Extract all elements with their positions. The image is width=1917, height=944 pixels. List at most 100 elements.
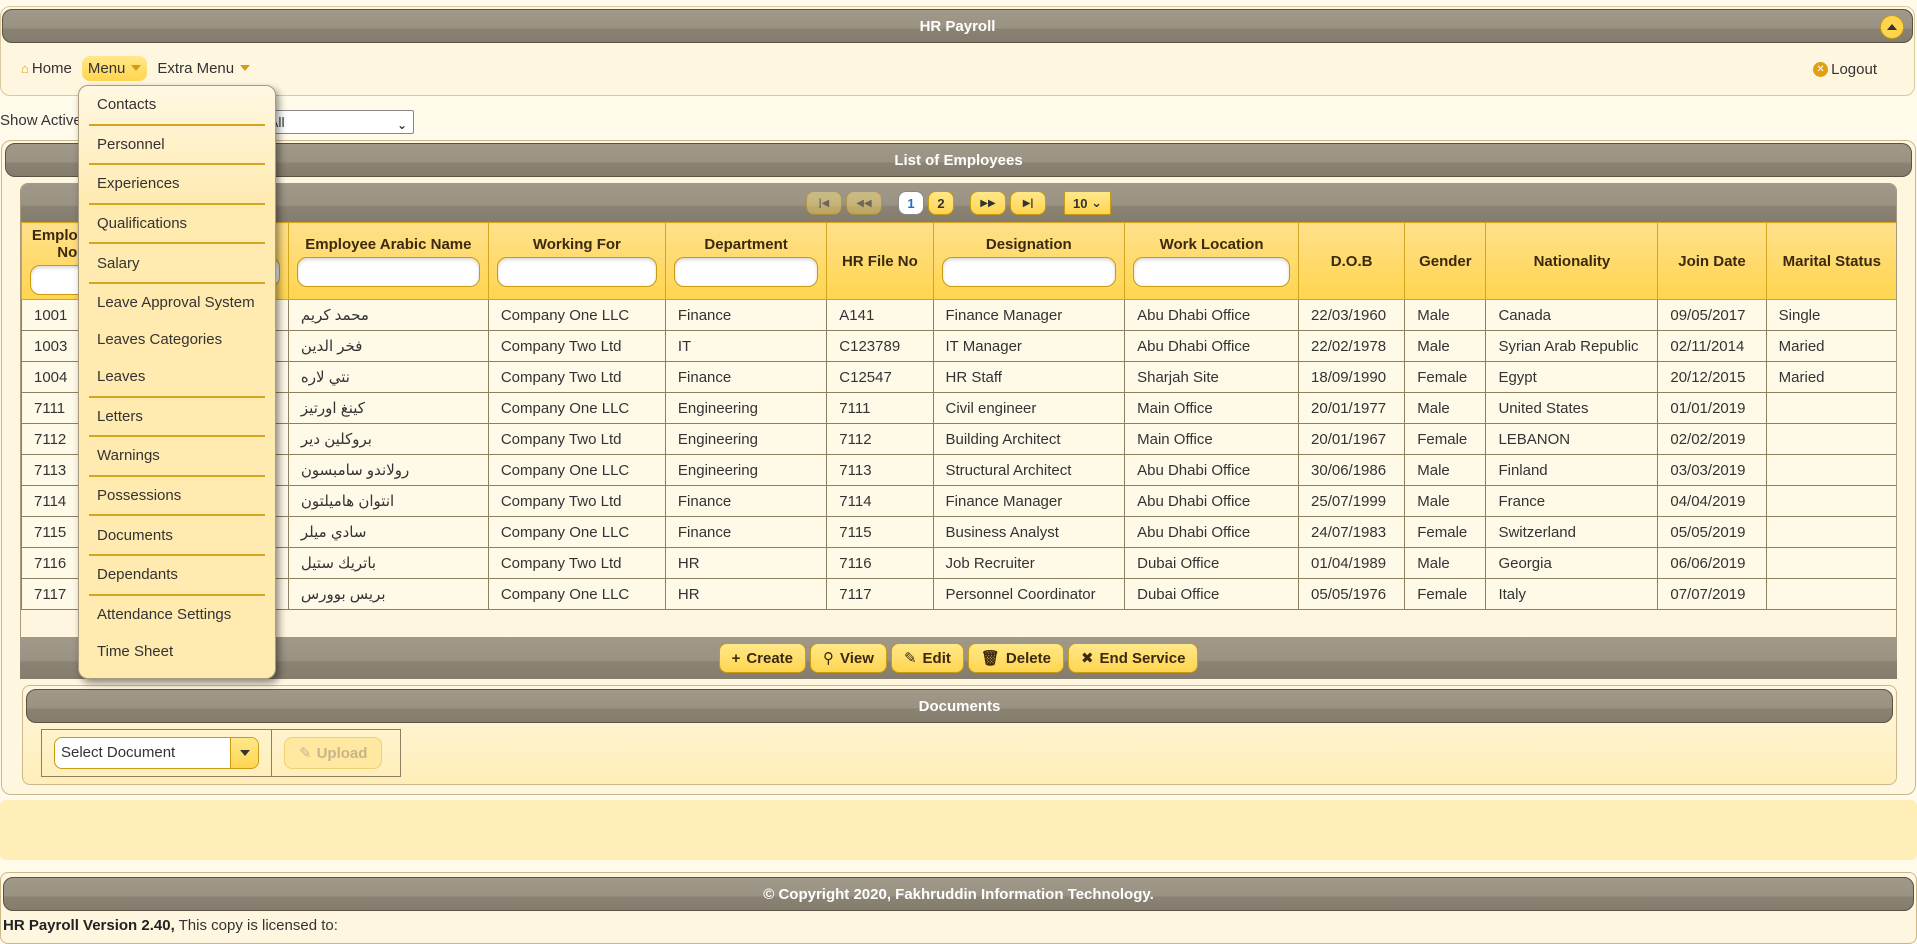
select-document-dropdown[interactable]: Select Document xyxy=(54,737,259,769)
cell-join-date: 06/06/2019 xyxy=(1657,547,1767,579)
table-row[interactable]: 7115 سادي ميلر Company One LLC Finance 7115 B… xyxy=(21,516,1896,548)
delete-label: Delete xyxy=(1005,649,1051,667)
column-header-designation[interactable]: Designation xyxy=(932,222,1126,300)
view-button[interactable]: ⚲ View xyxy=(810,643,887,673)
table-row[interactable]: 7112Brooklyn Dyerبروكلين ديرCompany Two … xyxy=(21,423,1896,455)
table-row[interactable]: 7114Antwan Hamiltonانتوان هاميلتونCompan… xyxy=(21,485,1896,517)
cell-working-for: Company One LLC xyxy=(487,578,666,610)
menu-item-personnel[interactable]: Personnel xyxy=(89,126,265,166)
cell-designation: IT Manager xyxy=(932,330,1126,362)
next-page-button[interactable]: ▶▶ xyxy=(970,191,1006,215)
show-active-select[interactable]: All ⌄ xyxy=(262,110,414,134)
cell-employee-arabic-name: بريس بوورس xyxy=(287,578,489,610)
collapse-button[interactable] xyxy=(1880,15,1904,39)
cell-department: Engineering xyxy=(664,392,828,424)
chevron-up-icon xyxy=(1887,24,1897,30)
documents-toolbar: Select Document ✎ Upload xyxy=(41,729,401,777)
column-header-department[interactable]: Department xyxy=(664,222,828,300)
menu-item-salary[interactable]: Salary xyxy=(89,244,265,284)
cell-marital-status xyxy=(1765,516,1896,548)
arabic-name-text: محمد كريم xyxy=(300,307,369,324)
cell-join-date: 02/11/2014 xyxy=(1657,330,1767,362)
page-1-button[interactable]: 1 xyxy=(898,191,924,215)
create-button[interactable]: + Create xyxy=(718,643,807,673)
table-row[interactable]: 7117 بريس بوورس Company One LLC HR 7117 Perso… xyxy=(21,578,1896,610)
first-page-button[interactable]: |◀ xyxy=(806,191,842,215)
table-row[interactable]: 7116 باتريك ستيل Company Two Ltd HR 7116 Job … xyxy=(21,547,1896,579)
cell-working-for: Company Two Ltd xyxy=(487,361,666,393)
menu-item-qualifications[interactable]: Qualifications xyxy=(89,205,265,245)
menu-item-documents[interactable]: Documents xyxy=(89,516,265,556)
cell-designation: Personnel Coordinator xyxy=(932,578,1126,610)
table-row[interactable]: 7111 كينغ اورتيز Company One LLC Engineerin… xyxy=(21,392,1896,424)
column-header-d-o-b[interactable]: D.O.B xyxy=(1298,222,1406,300)
menu-item-possessions[interactable]: Possessions xyxy=(89,477,265,517)
table-row[interactable]: 1001Mohammad Kareemمحمد كريمCompany One … xyxy=(21,299,1896,331)
cell-nationality: Switzerland xyxy=(1485,516,1659,548)
menu-item-experiences[interactable]: Experiences xyxy=(89,165,265,205)
column-filter-input[interactable] xyxy=(1133,256,1291,287)
employees-grid: |◀ ◀◀ 1 2 ▶▶ ▶| 10 ⌄ Employee No Employee… xyxy=(20,183,1897,679)
column-label: Gender xyxy=(1419,252,1472,270)
column-header-marital-status[interactable]: Marital Status xyxy=(1765,222,1896,300)
end-service-button[interactable]: ✖ End Service xyxy=(1067,643,1199,673)
dropdown-arrow[interactable] xyxy=(230,738,258,768)
menu-item-dependants[interactable]: Dependants xyxy=(89,556,265,596)
column-filter-input[interactable] xyxy=(673,256,819,287)
column-header-employee-arabic-name[interactable]: Employee Arabic Name xyxy=(287,222,489,300)
show-active-filter: Show Active xyxy=(0,112,82,129)
nav-home[interactable]: ⌂ Home xyxy=(15,56,78,81)
delete-button[interactable]: 🗑 Delete xyxy=(967,643,1064,673)
column-label: D.O.B xyxy=(1330,252,1373,270)
column-header-join-date[interactable]: Join Date xyxy=(1657,222,1767,300)
cell-join-date: 07/07/2019 xyxy=(1657,578,1767,610)
menu-item-warnings[interactable]: Warnings xyxy=(89,437,265,477)
column-header-hr-file-no[interactable]: HR File No xyxy=(826,222,934,300)
cell-nationality: Syrian Arab Republic xyxy=(1485,330,1659,362)
pencil-icon: ✎ xyxy=(903,650,917,667)
table-row[interactable]: 1003Fakhruddin Khaddamفخر الدينCompany T… xyxy=(21,330,1896,362)
menu-item-leave-approval-system[interactable]: Leave Approval System xyxy=(89,284,265,321)
end-service-label: End Service xyxy=(1099,649,1186,667)
column-header-work-location[interactable]: Work Location xyxy=(1124,222,1300,300)
employees-title-bar: List of Employees xyxy=(5,143,1912,177)
chevron-down-icon xyxy=(240,65,251,71)
cell-hr-file-no: 7115 xyxy=(826,516,934,548)
column-label: Working For xyxy=(532,235,621,253)
cell-employee-arabic-name: محمد كريم xyxy=(287,299,489,331)
cell-nationality: Egypt xyxy=(1485,361,1659,393)
menu-item-attendance-settings[interactable]: Attendance Settings xyxy=(89,596,265,633)
logout-link[interactable]: ✕ Logout xyxy=(1813,61,1877,78)
upload-button[interactable]: ✎ Upload xyxy=(284,737,383,769)
column-header-gender[interactable]: Gender xyxy=(1404,222,1487,300)
table-row[interactable]: 1004 نتي لاره Company Two Ltd Finance C12547… xyxy=(21,361,1896,393)
cell-gender: Female xyxy=(1404,578,1487,610)
table-row[interactable]: 7113Rolando Sampsonرولاندو سامبسونCompan… xyxy=(21,454,1896,486)
column-header-working-for[interactable]: Working For xyxy=(487,222,666,300)
page-size-select[interactable]: 10 ⌄ xyxy=(1064,191,1111,215)
cell-hr-file-no: A141 xyxy=(826,299,934,331)
content-spacer xyxy=(0,800,1917,860)
plus-icon: + xyxy=(731,649,741,667)
column-filter-input[interactable] xyxy=(496,256,657,287)
prev-page-button[interactable]: ◀◀ xyxy=(846,191,882,215)
cell-hr-file-no: C12547 xyxy=(826,361,934,393)
menu-item-leaves[interactable]: Leaves xyxy=(89,358,265,398)
cell-marital-status xyxy=(1765,578,1896,610)
menu-item-letters[interactable]: Letters xyxy=(89,398,265,438)
page-2-button[interactable]: 2 xyxy=(928,191,954,215)
cell-nationality: Georgia xyxy=(1485,547,1659,579)
menu-item-leaves-categories[interactable]: Leaves Categories xyxy=(89,321,265,358)
cell-department: Finance xyxy=(664,361,828,393)
arabic-name-text: بريس بوورس xyxy=(300,586,386,603)
column-header-nationality[interactable]: Nationality xyxy=(1485,222,1659,300)
cell-join-date: 20/12/2015 xyxy=(1657,361,1767,393)
column-filter-input[interactable] xyxy=(941,256,1117,287)
menu-item-contacts[interactable]: Contacts xyxy=(89,86,265,126)
nav-menu[interactable]: Menu xyxy=(81,55,148,81)
menu-item-time-sheet[interactable]: Time Sheet xyxy=(89,633,265,670)
last-page-button[interactable]: ▶| xyxy=(1010,191,1046,215)
column-filter-input[interactable] xyxy=(296,256,480,287)
nav-extra-menu[interactable]: Extra Menu xyxy=(151,56,256,81)
edit-button[interactable]: ✎ Edit xyxy=(890,643,964,673)
